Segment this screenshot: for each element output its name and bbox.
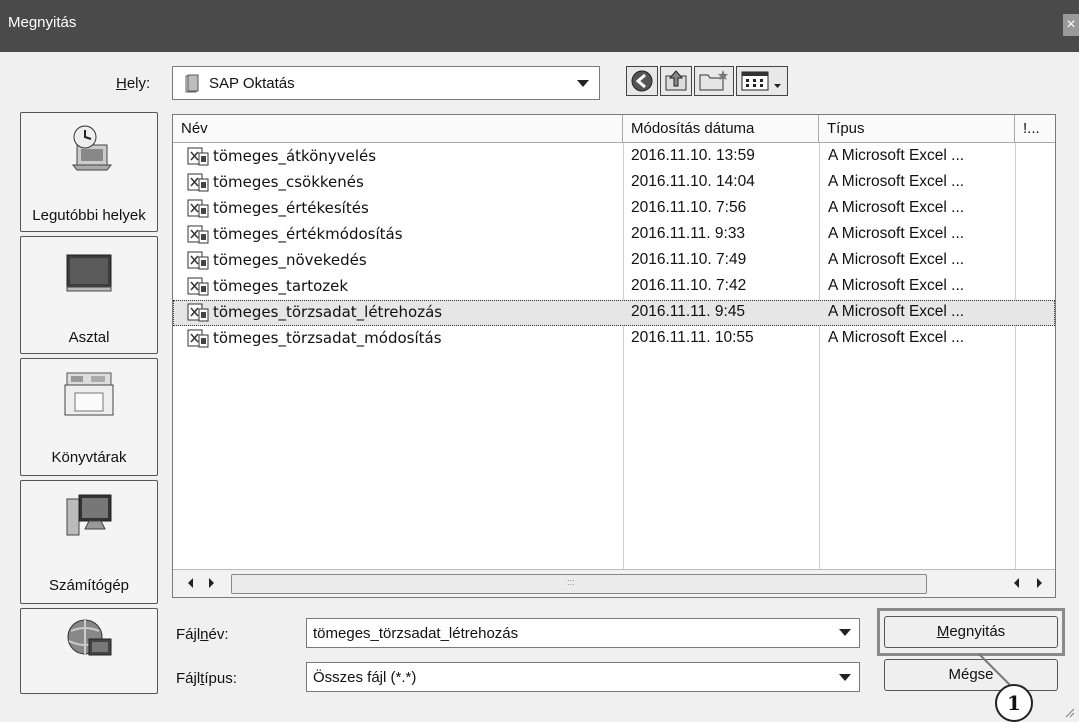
file-name: tömeges_csökkenés — [213, 173, 364, 191]
open-file-dialog: Megnyitás × Hely: SAP Oktatás Legutóbbi … — [0, 0, 1079, 722]
chevron-down-icon[interactable] — [839, 674, 851, 681]
view-menu-icon — [741, 71, 781, 91]
location-combobox[interactable]: SAP Oktatás — [172, 66, 600, 100]
column-header-type[interactable]: Típus — [819, 115, 1015, 143]
excel-file-icon — [187, 303, 209, 322]
up-folder-button[interactable] — [660, 66, 692, 96]
file-row[interactable]: tömeges_értékesítés 2016.11.10. 7:56 A M… — [173, 196, 1055, 222]
excel-file-icon — [187, 277, 209, 296]
file-row[interactable]: tömeges_csökkenés 2016.11.10. 14:04 A Mi… — [173, 170, 1055, 196]
file-date: 2016.11.11. 10:55 — [631, 329, 754, 346]
back-button[interactable] — [626, 66, 658, 96]
location-label: Hely: — [116, 75, 151, 92]
place-computer[interactable]: Számítógép — [20, 480, 158, 604]
location-value: SAP Oktatás — [209, 75, 295, 92]
resize-grip-icon[interactable] — [1063, 706, 1075, 718]
title-bar: Megnyitás × — [0, 0, 1079, 52]
libraries-icon — [64, 372, 114, 416]
file-date: 2016.11.10. 13:59 — [631, 147, 755, 164]
excel-file-icon — [187, 173, 209, 192]
filename-input[interactable]: tömeges_törzsadat_létrehozás — [306, 618, 860, 648]
column-header-row: Név Módosítás dátuma Típus !... — [173, 115, 1055, 143]
file-type: A Microsoft Excel ... — [828, 303, 965, 320]
filetype-select[interactable]: Összes fájl (*.*) — [306, 662, 860, 692]
file-type: A Microsoft Excel ... — [828, 329, 965, 346]
file-name: tömeges_törzsadat_létrehozás — [213, 303, 443, 321]
file-date: 2016.11.11. 9:45 — [631, 303, 746, 320]
back-icon — [631, 70, 653, 92]
horizontal-scrollbar[interactable]: ::: — [173, 569, 1055, 597]
folder-icon — [185, 74, 199, 93]
excel-file-icon — [187, 329, 209, 348]
close-button[interactable]: × — [1063, 14, 1079, 36]
file-type: A Microsoft Excel ... — [828, 199, 965, 216]
places-bar: Legutóbbi helyek Asztal Könyvtárak Számí… — [18, 112, 160, 722]
file-name: tömeges_tartozek — [213, 277, 349, 295]
open-button[interactable]: Megnyitás — [884, 616, 1058, 648]
file-row[interactable]: tömeges_növekedés 2016.11.10. 7:49 A Mic… — [173, 248, 1055, 274]
file-date: 2016.11.10. 7:49 — [631, 251, 747, 268]
file-date: 2016.11.10. 7:56 — [631, 199, 747, 216]
file-name: tömeges_értékesítés — [213, 199, 369, 217]
window-title: Megnyitás — [8, 14, 77, 31]
scroll-right-icon[interactable] — [1031, 575, 1047, 591]
place-label: Könyvtárak — [51, 449, 127, 466]
file-type: A Microsoft Excel ... — [828, 173, 965, 190]
cancel-button[interactable]: Mégse — [884, 659, 1058, 691]
chevron-down-icon[interactable] — [577, 80, 589, 87]
filetype-value: Összes fájl (*.*) — [313, 669, 417, 686]
file-row[interactable]: tömeges_tartozek 2016.11.10. 7:42 A Micr… — [173, 274, 1055, 300]
place-recent[interactable]: Legutóbbi helyek — [20, 112, 158, 232]
place-label: Számítógép — [48, 577, 130, 594]
file-name: tömeges_növekedés — [213, 251, 367, 269]
filename-value: tömeges_törzsadat_létrehozás — [313, 625, 519, 642]
file-rows: tömeges_átkönyvelés 2016.11.10. 13:59 A … — [173, 144, 1055, 352]
column-header-size[interactable]: !... — [1015, 115, 1055, 143]
recent-places-icon — [71, 125, 113, 171]
computer-icon — [66, 494, 112, 536]
column-header-name[interactable]: Név — [173, 115, 623, 143]
scroll-right-icon[interactable] — [203, 575, 219, 591]
file-date: 2016.11.10. 7:42 — [631, 277, 747, 294]
place-network[interactable] — [20, 608, 158, 694]
file-list[interactable]: Név Módosítás dátuma Típus !... tömeges_… — [172, 114, 1056, 598]
up-folder-icon — [665, 70, 687, 91]
file-type: A Microsoft Excel ... — [828, 277, 965, 294]
file-date: 2016.11.10. 14:04 — [631, 173, 755, 190]
file-type: A Microsoft Excel ... — [828, 225, 965, 242]
place-libraries[interactable]: Könyvtárak — [20, 358, 158, 476]
file-date: 2016.11.11. 9:33 — [631, 225, 746, 242]
place-label: Legutóbbi helyek — [32, 207, 146, 224]
filetype-label: Fájltípus: — [176, 670, 237, 687]
network-icon — [67, 619, 112, 656]
excel-file-icon — [187, 251, 209, 270]
new-folder-icon — [699, 70, 728, 91]
excel-file-icon — [187, 225, 209, 244]
file-row[interactable]: tömeges_törzsadat_módosítás 2016.11.11. … — [173, 326, 1055, 352]
file-row[interactable]: tömeges_átkönyvelés 2016.11.10. 13:59 A … — [173, 144, 1055, 170]
scroll-thumb[interactable]: ::: — [231, 574, 927, 594]
column-header-date[interactable]: Módosítás dátuma — [623, 115, 819, 143]
view-menu-button[interactable] — [736, 66, 788, 96]
place-desktop[interactable]: Asztal — [20, 236, 158, 354]
scroll-grip: ::: — [567, 577, 575, 587]
filename-label: Fájlnév: — [176, 626, 229, 643]
file-name: tömeges_átkönyvelés — [213, 147, 377, 165]
file-name: tömeges_értékmódosítás — [213, 225, 403, 243]
file-row-selected[interactable]: tömeges_törzsadat_létrehozás 2016.11.11.… — [173, 300, 1055, 326]
file-type: A Microsoft Excel ... — [828, 147, 965, 164]
scroll-left-icon[interactable] — [183, 575, 199, 591]
desktop-icon — [66, 254, 112, 292]
file-row[interactable]: tömeges_értékmódosítás 2016.11.11. 9:33 … — [173, 222, 1055, 248]
new-folder-button[interactable] — [694, 66, 734, 96]
file-name: tömeges_törzsadat_módosítás — [213, 329, 442, 347]
callout-badge: 1 — [995, 684, 1033, 722]
excel-file-icon — [187, 199, 209, 218]
chevron-down-icon[interactable] — [839, 629, 851, 636]
place-label: Asztal — [68, 329, 110, 346]
excel-file-icon — [187, 147, 209, 166]
file-type: A Microsoft Excel ... — [828, 251, 965, 268]
scroll-left-icon[interactable] — [1009, 575, 1025, 591]
